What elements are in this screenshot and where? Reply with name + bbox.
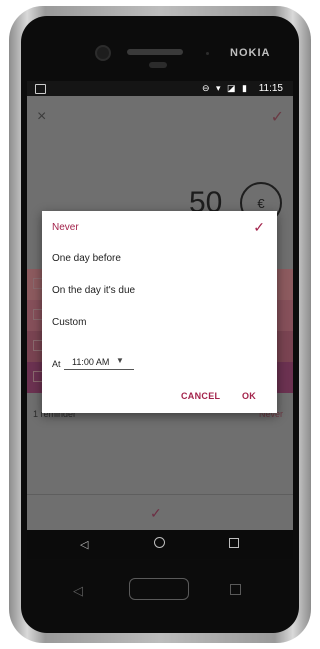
hardware-home-button[interactable] [129,578,189,600]
option-on-due-day[interactable]: On the day it's due [52,285,135,296]
notification-image-icon [35,84,46,94]
status-bar: ⊖ ▾ ◪ ▮ 11:15 [27,81,293,96]
selected-check-icon: ✓ [253,219,265,235]
at-label: At [52,359,61,369]
option-never[interactable]: Never [52,222,79,233]
option-custom[interactable]: Custom [52,317,86,328]
cancel-button[interactable]: CANCEL [181,391,220,401]
earpiece-speaker-lower [149,62,167,68]
navigation-bar: ◁ [27,530,293,559]
front-camera [95,45,111,61]
home-icon[interactable] [154,537,165,548]
back-icon[interactable]: ◁ [80,538,88,551]
euro-icon: € [257,195,265,211]
time-value: 11:00 AM [72,357,110,367]
bottom-confirm-icon[interactable]: ✓ [150,505,162,522]
device-brand: NOKIA [230,47,271,59]
recents-icon[interactable] [229,538,239,548]
earpiece-speaker [127,49,183,55]
ok-button[interactable]: OK [242,391,256,401]
hardware-recents-icon[interactable] [230,584,241,595]
close-icon[interactable]: × [37,108,46,126]
reminder-dialog: Never ✓ One day before On the day it's d… [42,211,277,413]
divider [27,494,293,495]
status-time: 11:15 [258,83,283,94]
confirm-check-icon[interactable]: ✓ [271,107,284,127]
dropdown-arrow-icon[interactable]: ▼ [116,356,124,365]
proximity-sensor [206,52,209,55]
hardware-back-icon[interactable]: ◁ [73,583,83,599]
status-icons: ⊖ ▾ ◪ ▮ [201,83,249,93]
option-one-day-before[interactable]: One day before [52,253,121,264]
